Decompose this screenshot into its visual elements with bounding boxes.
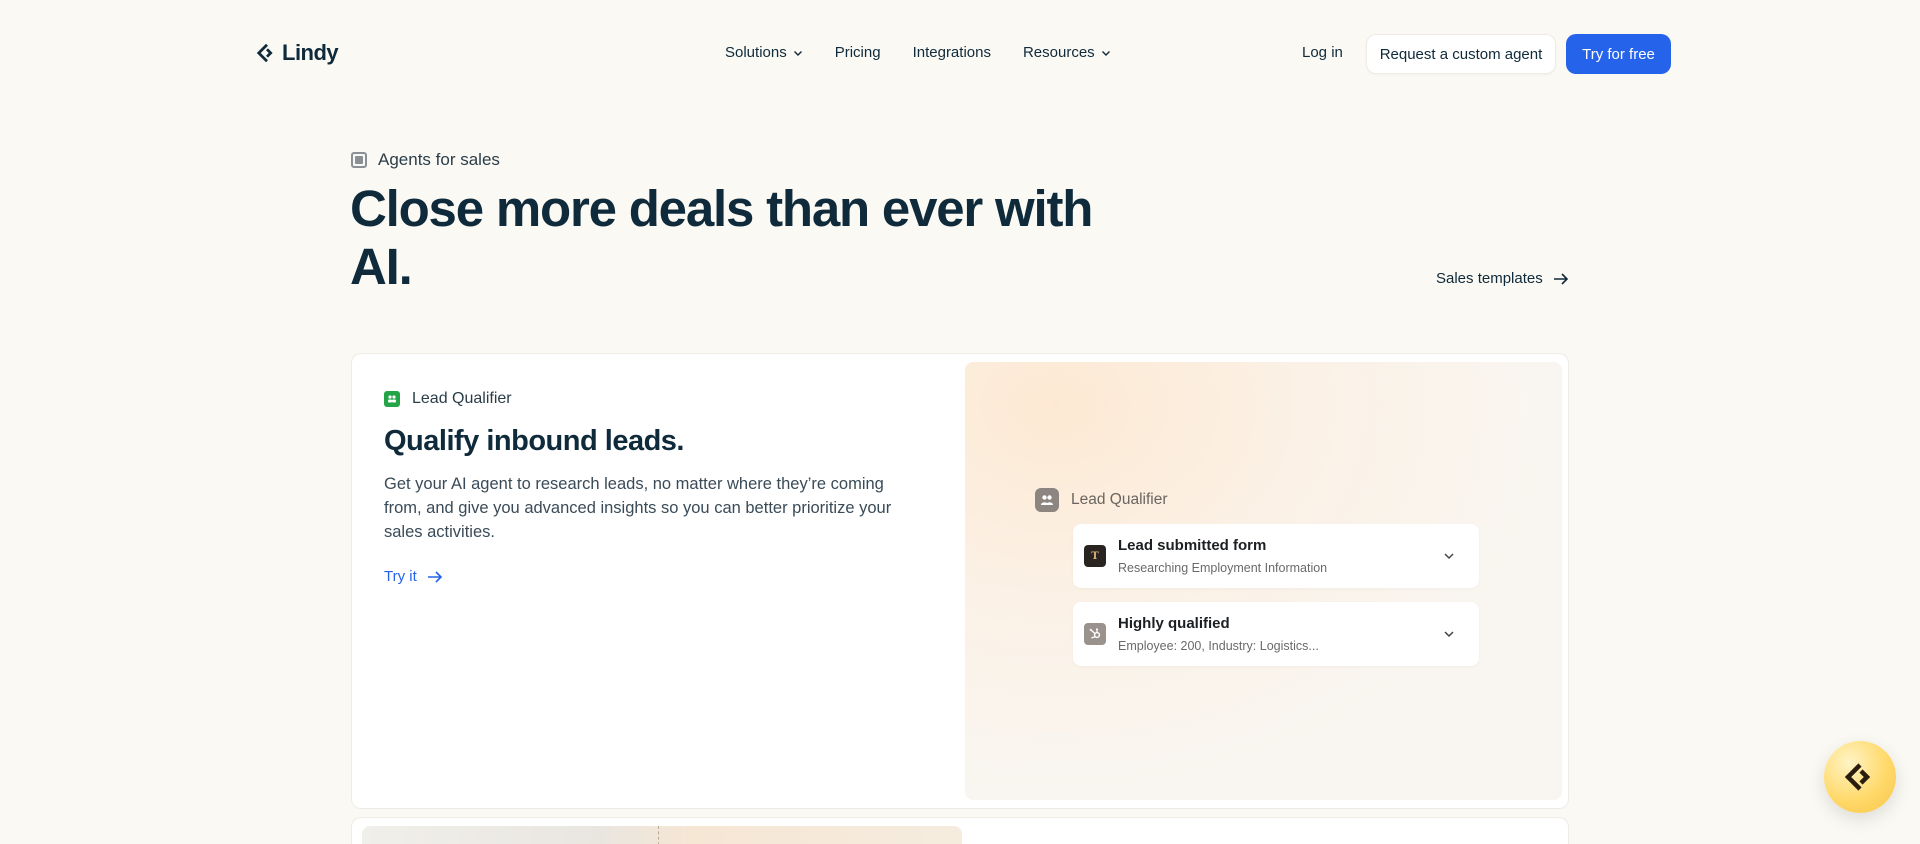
page-title: Close more deals than ever with AI. <box>350 180 1093 295</box>
logo-link[interactable]: Lindy <box>256 40 339 66</box>
square-icon <box>351 152 367 168</box>
preview-agent-name: Lead Qualifier <box>1071 491 1168 508</box>
nav-pricing[interactable]: Pricing <box>835 44 881 61</box>
card-tag-label: Lead Qualifier <box>412 390 512 407</box>
card-tag: Lead Qualifier <box>384 390 512 408</box>
users-icon <box>384 391 400 407</box>
sales-templates-label: Sales templates <box>1436 270 1543 287</box>
next-card-preview <box>362 826 962 844</box>
arrow-right-icon <box>427 570 442 583</box>
hubspot-icon <box>1084 623 1106 645</box>
eyebrow-text: Agents for sales <box>378 150 500 169</box>
try-it-link[interactable]: Try it <box>384 568 443 585</box>
logo-text: Lindy <box>282 40 339 65</box>
site-header: Lindy Solutions Pricing Integrations Res… <box>0 0 1920 108</box>
agent-preview: Lead Qualifier T Lead submitted form Res… <box>965 362 1562 800</box>
preview-step-lead-submitted[interactable]: T Lead submitted form Researching Employ… <box>1073 524 1479 588</box>
chevron-down-icon <box>793 50 802 56</box>
main-nav: Solutions Pricing Integrations Resources <box>725 44 1111 61</box>
try-for-free-button[interactable]: Try for free <box>1566 34 1671 74</box>
request-custom-agent-button[interactable]: Request a custom agent <box>1366 34 1556 74</box>
lindy-logo-icon <box>1844 763 1871 791</box>
step-subtitle: Employee: 200, Industry: Logistics... <box>1118 639 1319 653</box>
preview-step-highly-qualified[interactable]: Highly qualified Employee: 200, Industry… <box>1073 602 1479 666</box>
nav-integrations-label: Integrations <box>912 44 991 61</box>
nav-resources[interactable]: Resources <box>1023 44 1111 61</box>
nav-resources-label: Resources <box>1022 44 1095 61</box>
chevron-down-icon <box>1101 50 1110 56</box>
preview-agent-label: Lead Qualifier <box>1035 488 1168 512</box>
nav-solutions[interactable]: Solutions <box>725 44 803 61</box>
card-title: Qualify inbound leads. <box>384 425 684 457</box>
nav-solutions-label: Solutions <box>725 44 787 61</box>
card-description: Get your AI agent to research leads, no … <box>384 475 892 541</box>
step-title: Lead submitted form <box>1118 537 1267 554</box>
step-title: Highly qualified <box>1118 615 1230 632</box>
nav-integrations[interactable]: Integrations <box>913 44 991 61</box>
next-agent-card <box>351 817 1569 844</box>
arrow-right-icon <box>1553 272 1568 285</box>
chevron-down-icon <box>1444 631 1454 638</box>
lead-qualifier-card: Lead Qualifier Qualify inbound leads. Ge… <box>351 353 1569 809</box>
chevron-down-icon <box>1444 553 1454 560</box>
lindy-logo-icon <box>256 43 273 63</box>
divider <box>658 826 659 844</box>
section-eyebrow: Agents for sales <box>351 150 500 170</box>
chat-launcher-button[interactable] <box>1824 741 1896 813</box>
step-subtitle: Researching Employment Information <box>1118 561 1328 575</box>
login-link[interactable]: Log in <box>1302 44 1343 61</box>
nav-pricing-label: Pricing <box>834 44 881 61</box>
sales-templates-link[interactable]: Sales templates <box>1436 270 1569 287</box>
try-it-label: Try it <box>384 568 417 585</box>
typeform-icon: T <box>1084 545 1106 567</box>
users-icon <box>1035 488 1059 512</box>
